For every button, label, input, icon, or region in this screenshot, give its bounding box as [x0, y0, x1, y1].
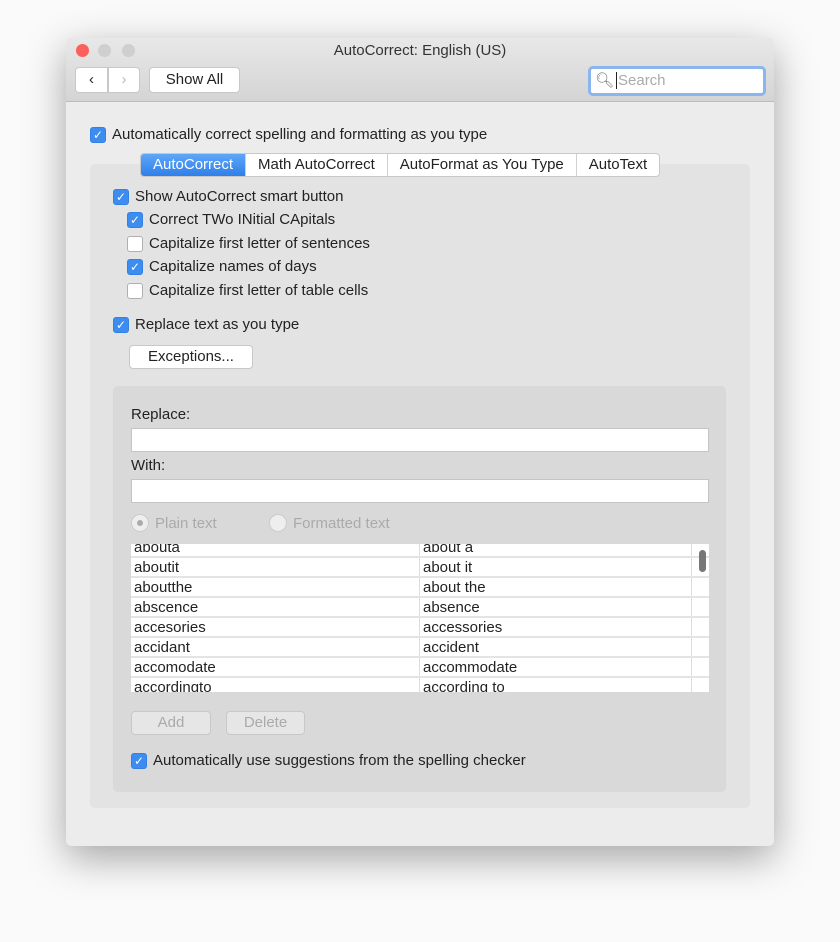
radio-button[interactable] — [131, 514, 149, 532]
forward-chevron-icon[interactable]: › — [108, 67, 140, 93]
option-capitalize-sentences[interactable]: Capitalize first letter of sentences — [127, 235, 370, 252]
option-label: Correct TWo INitial CApitals — [149, 211, 336, 228]
table-row[interactable]: aboutit about it — [131, 558, 709, 578]
checkbox[interactable]: ✓ — [131, 752, 147, 769]
autocorrect-entries-table: abouta about a aboutit about it aboutthe abou… — [131, 544, 709, 692]
show-all-button[interactable]: Show All — [149, 67, 240, 93]
toolbar: AutoCorrect: English (US) ‹ › Show All 🔍… — [66, 38, 774, 102]
search-placeholder: Search — [616, 72, 666, 89]
option-two-initial-capitals[interactable]: ✓ Correct TWo INitial CApitals — [127, 211, 335, 228]
search-input[interactable]: 🔍︎ Search — [588, 66, 766, 96]
with-cell: accident — [420, 638, 692, 656]
search-icon: 🔍︎ — [595, 72, 615, 89]
with-cell: accessories — [420, 618, 692, 636]
with-input[interactable] — [131, 479, 709, 503]
window-title: AutoCorrect: English (US) — [333, 42, 507, 59]
option-label: Capitalize first letter of table cells — [149, 282, 369, 299]
option-capitalize-table-cells[interactable]: Capitalize first letter of table cells — [127, 282, 368, 299]
table-row[interactable]: accesories accessories — [131, 618, 709, 638]
checkbox[interactable]: ✓ — [90, 126, 106, 143]
checkbox[interactable]: ✓ — [113, 316, 129, 333]
tab-autotext[interactable]: AutoText — [577, 154, 659, 176]
checkbox[interactable] — [127, 235, 143, 252]
with-cell: about it — [420, 558, 692, 576]
with-label: With: — [131, 457, 166, 474]
table-row[interactable]: abscence absence — [131, 598, 709, 618]
with-cell: about a — [420, 544, 692, 556]
with-cell: according to — [420, 678, 692, 692]
auto-correct-checkbox[interactable]: ✓ Automatically correct spelling and for… — [90, 126, 487, 143]
option-capitalize-days[interactable]: ✓ Capitalize names of days — [127, 258, 317, 275]
option-label: Show AutoCorrect smart button — [135, 188, 344, 205]
replace-cell: accomodate — [131, 658, 420, 676]
table-row[interactable]: accomodate accommodate — [131, 658, 709, 678]
table-row[interactable]: abouta about a — [131, 544, 709, 558]
replace-input[interactable] — [131, 428, 709, 452]
tab-autoformat[interactable]: AutoFormat as You Type — [388, 154, 577, 176]
radio-label: Formatted text — [293, 514, 390, 532]
autocorrect-window: AutoCorrect: English (US) ‹ › Show All 🔍… — [66, 38, 774, 846]
exceptions-button[interactable]: Exceptions... — [129, 345, 253, 369]
replace-cell: accesories — [131, 618, 420, 636]
spelling-suggestions-checkbox[interactable]: ✓ Automatically use suggestions from the… — [131, 752, 526, 769]
radio-formatted-text[interactable]: Formatted text — [269, 514, 390, 532]
radio-button[interactable] — [269, 514, 287, 532]
radio-plain-text[interactable]: Plain text — [131, 514, 217, 532]
with-cell: about the — [420, 578, 692, 596]
replace-cell: abouta — [131, 544, 420, 556]
checkbox[interactable]: ✓ — [113, 188, 129, 205]
option-label: Replace text as you type — [135, 316, 300, 333]
checkbox[interactable]: ✓ — [127, 258, 143, 275]
scrollbar-thumb[interactable] — [699, 550, 706, 572]
checkbox-label: Automatically correct spelling and forma… — [112, 126, 488, 143]
add-button[interactable]: Add — [131, 711, 211, 735]
radio-label: Plain text — [155, 514, 217, 532]
tab-autocorrect[interactable]: AutoCorrect — [141, 154, 247, 176]
replace-cell: abscence — [131, 598, 420, 616]
option-smart-button[interactable]: ✓ Show AutoCorrect smart button — [113, 188, 343, 205]
option-label: Capitalize names of days — [149, 258, 317, 275]
tab-math-autocorrect[interactable]: Math AutoCorrect — [246, 154, 388, 176]
table-row[interactable]: aboutthe about the — [131, 578, 709, 598]
with-cell: absence — [420, 598, 692, 616]
table-row[interactable]: accordingto according to — [131, 678, 709, 692]
checkbox-label: Automatically use suggestions from the s… — [153, 752, 526, 769]
replace-cell: aboutit — [131, 558, 420, 576]
back-chevron-icon[interactable]: ‹ — [75, 67, 108, 93]
table-row[interactable]: accidant accident — [131, 638, 709, 658]
checkbox[interactable]: ✓ — [127, 211, 143, 228]
replace-cell: aboutthe — [131, 578, 420, 596]
with-cell: accommodate — [420, 658, 692, 676]
checkbox[interactable] — [127, 282, 143, 299]
replace-cell: accidant — [131, 638, 420, 656]
tab-bar: AutoCorrect Math AutoCorrect AutoFormat … — [140, 153, 661, 177]
replace-label: Replace: — [131, 406, 191, 423]
replace-cell: accordingto — [131, 678, 420, 692]
option-replace-text[interactable]: ✓ Replace text as you type — [113, 316, 299, 333]
option-label: Capitalize first letter of sentences — [149, 235, 370, 252]
delete-button[interactable]: Delete — [226, 711, 305, 735]
